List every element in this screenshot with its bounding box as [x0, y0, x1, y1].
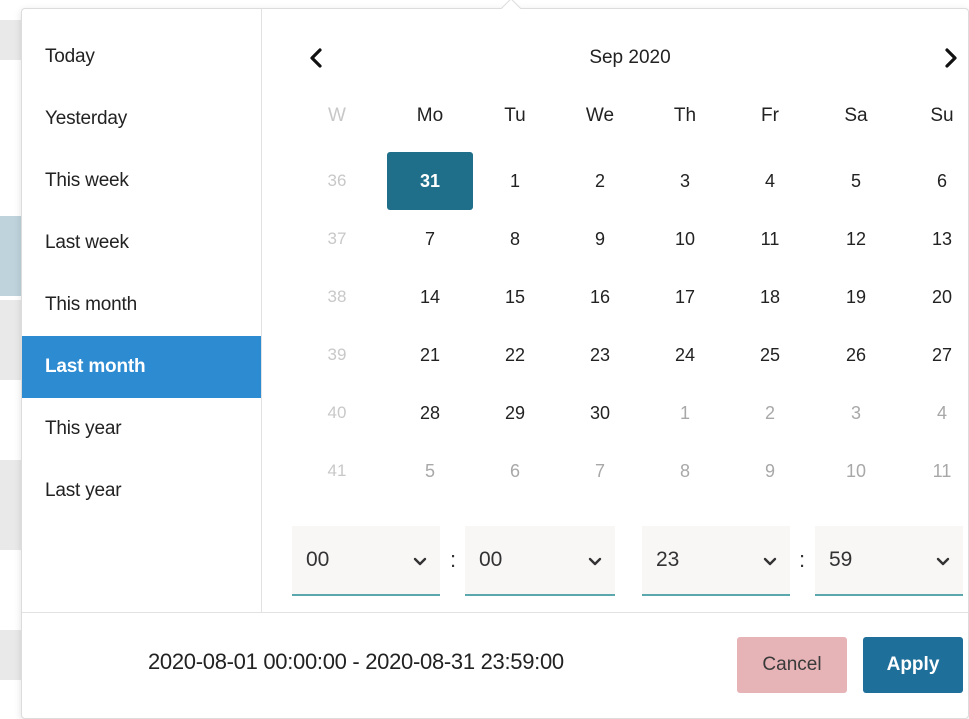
preset-last-year[interactable]: Last year — [22, 460, 261, 522]
cancel-button[interactable]: Cancel — [737, 637, 847, 693]
calendar-day[interactable]: 23 — [570, 333, 630, 377]
week-number: 41 — [327, 461, 347, 480]
chevron-down-icon — [763, 557, 777, 566]
calendar-day[interactable]: 7 — [570, 449, 630, 493]
calendar-day[interactable]: 30 — [570, 391, 630, 435]
calendar-day[interactable]: 24 — [655, 333, 715, 377]
calendar-day[interactable]: 10 — [826, 449, 886, 493]
calendar-header: Sep 2020 — [292, 43, 968, 73]
weekday-header: Fr — [761, 105, 779, 126]
calendar-day[interactable]: 26 — [826, 333, 886, 377]
date-range-picker: Today Yesterday This week Last week This mon… — [21, 0, 969, 719]
weekday-header: Tu — [504, 105, 526, 126]
end-minute-select[interactable]: 59 — [815, 526, 963, 596]
week-number: 37 — [327, 229, 347, 248]
vertical-divider — [261, 9, 262, 612]
start-hour-value: 00 — [306, 548, 330, 571]
calendar-day[interactable]: 1 — [485, 159, 545, 203]
calendar-day[interactable]: 7 — [400, 217, 460, 261]
calendar-day[interactable]: 2 — [570, 159, 630, 203]
popup-caret — [501, 0, 521, 18]
week-number-header: W — [328, 105, 346, 126]
background-page-tag — [0, 216, 22, 296]
week-number: 38 — [327, 287, 347, 306]
weekday-header: We — [585, 105, 615, 126]
preset-list: Today Yesterday This week Last week This mon… — [22, 26, 261, 522]
calendar-day[interactable]: 25 — [740, 333, 800, 377]
background-page-strip — [0, 20, 22, 60]
weekday-header: Th — [673, 105, 697, 126]
next-month-button[interactable] — [935, 43, 965, 73]
week-number: 36 — [327, 171, 347, 190]
weekday-header: Mo — [416, 105, 444, 126]
calendar-day[interactable]: 15 — [485, 275, 545, 319]
calendar-day[interactable]: 28 — [400, 391, 460, 435]
calendar-day[interactable]: 16 — [570, 275, 630, 319]
preset-this-year[interactable]: This year — [22, 398, 261, 460]
calendar-day[interactable]: 20 — [912, 275, 969, 319]
end-hour-select[interactable]: 23 — [642, 526, 790, 596]
calendar-day[interactable]: 19 — [826, 275, 886, 319]
time-separator: : — [799, 547, 806, 572]
chevron-down-icon — [588, 557, 602, 566]
footer-divider — [22, 612, 968, 613]
apply-button[interactable]: Apply — [863, 637, 963, 693]
preset-yesterday[interactable]: Yesterday — [22, 88, 261, 150]
calendar-day[interactable]: 6 — [912, 159, 969, 203]
preset-today[interactable]: Today — [22, 26, 261, 88]
calendar-day[interactable]: 27 — [912, 333, 969, 377]
preset-this-week[interactable]: This week — [22, 150, 261, 212]
calendar-day[interactable]: 9 — [740, 449, 800, 493]
selected-range-text: 2020-08-01 00:00:00 - 2020-08-31 23:59:0… — [148, 649, 564, 674]
calendar-day[interactable]: 9 — [570, 217, 630, 261]
calendar-day[interactable]: 14 — [400, 275, 460, 319]
calendar-day[interactable]: 12 — [826, 217, 886, 261]
preset-last-month[interactable]: Last month — [22, 336, 261, 398]
end-minute-value: 59 — [829, 548, 853, 571]
chevron-right-icon — [945, 48, 957, 68]
calendar-day[interactable]: 2 — [740, 391, 800, 435]
preset-last-week[interactable]: Last week — [22, 212, 261, 274]
background-page-strip — [0, 460, 22, 550]
calendar-day[interactable]: 22 — [485, 333, 545, 377]
calendar-day[interactable]: 5 — [826, 159, 886, 203]
calendar-day[interactable]: 5 — [400, 449, 460, 493]
calendar-day[interactable]: 8 — [655, 449, 715, 493]
calendar-day[interactable]: 4 — [912, 391, 969, 435]
month-label: Sep 2020 — [589, 47, 671, 68]
start-hour-select[interactable]: 00 — [292, 526, 440, 596]
end-hour-value: 23 — [656, 548, 680, 571]
calendar-day[interactable]: 3 — [826, 391, 886, 435]
weekday-header: Sa — [844, 105, 868, 126]
week-number: 39 — [327, 345, 347, 364]
week-number: 40 — [327, 403, 347, 422]
calendar-day[interactable]: 8 — [485, 217, 545, 261]
calendar-day[interactable]: 18 — [740, 275, 800, 319]
calendar-day[interactable]: 4 — [740, 159, 800, 203]
start-minute-value: 00 — [479, 548, 503, 571]
weekday-header: Su — [930, 105, 954, 126]
calendar-day[interactable]: 3 — [655, 159, 715, 203]
calendar-day[interactable]: 11 — [912, 449, 969, 493]
calendar-day[interactable]: 10 — [655, 217, 715, 261]
chevron-left-icon — [310, 48, 322, 68]
prev-month-button[interactable] — [302, 43, 332, 73]
chevron-down-icon — [936, 557, 950, 566]
background-page-strip — [0, 300, 22, 380]
background-page-strip — [0, 630, 22, 680]
calendar-day-selected[interactable]: 31 — [387, 152, 473, 210]
preset-this-month[interactable]: This month — [22, 274, 261, 336]
start-minute-select[interactable]: 00 — [465, 526, 615, 596]
calendar-day[interactable]: 21 — [400, 333, 460, 377]
calendar-day[interactable]: 29 — [485, 391, 545, 435]
time-separator: : — [450, 547, 457, 572]
calendar-day[interactable]: 17 — [655, 275, 715, 319]
calendar-day[interactable]: 1 — [655, 391, 715, 435]
calendar-day[interactable]: 11 — [740, 217, 800, 261]
calendar-day[interactable]: 6 — [485, 449, 545, 493]
calendar-day[interactable]: 13 — [912, 217, 969, 261]
chevron-down-icon — [413, 557, 427, 566]
